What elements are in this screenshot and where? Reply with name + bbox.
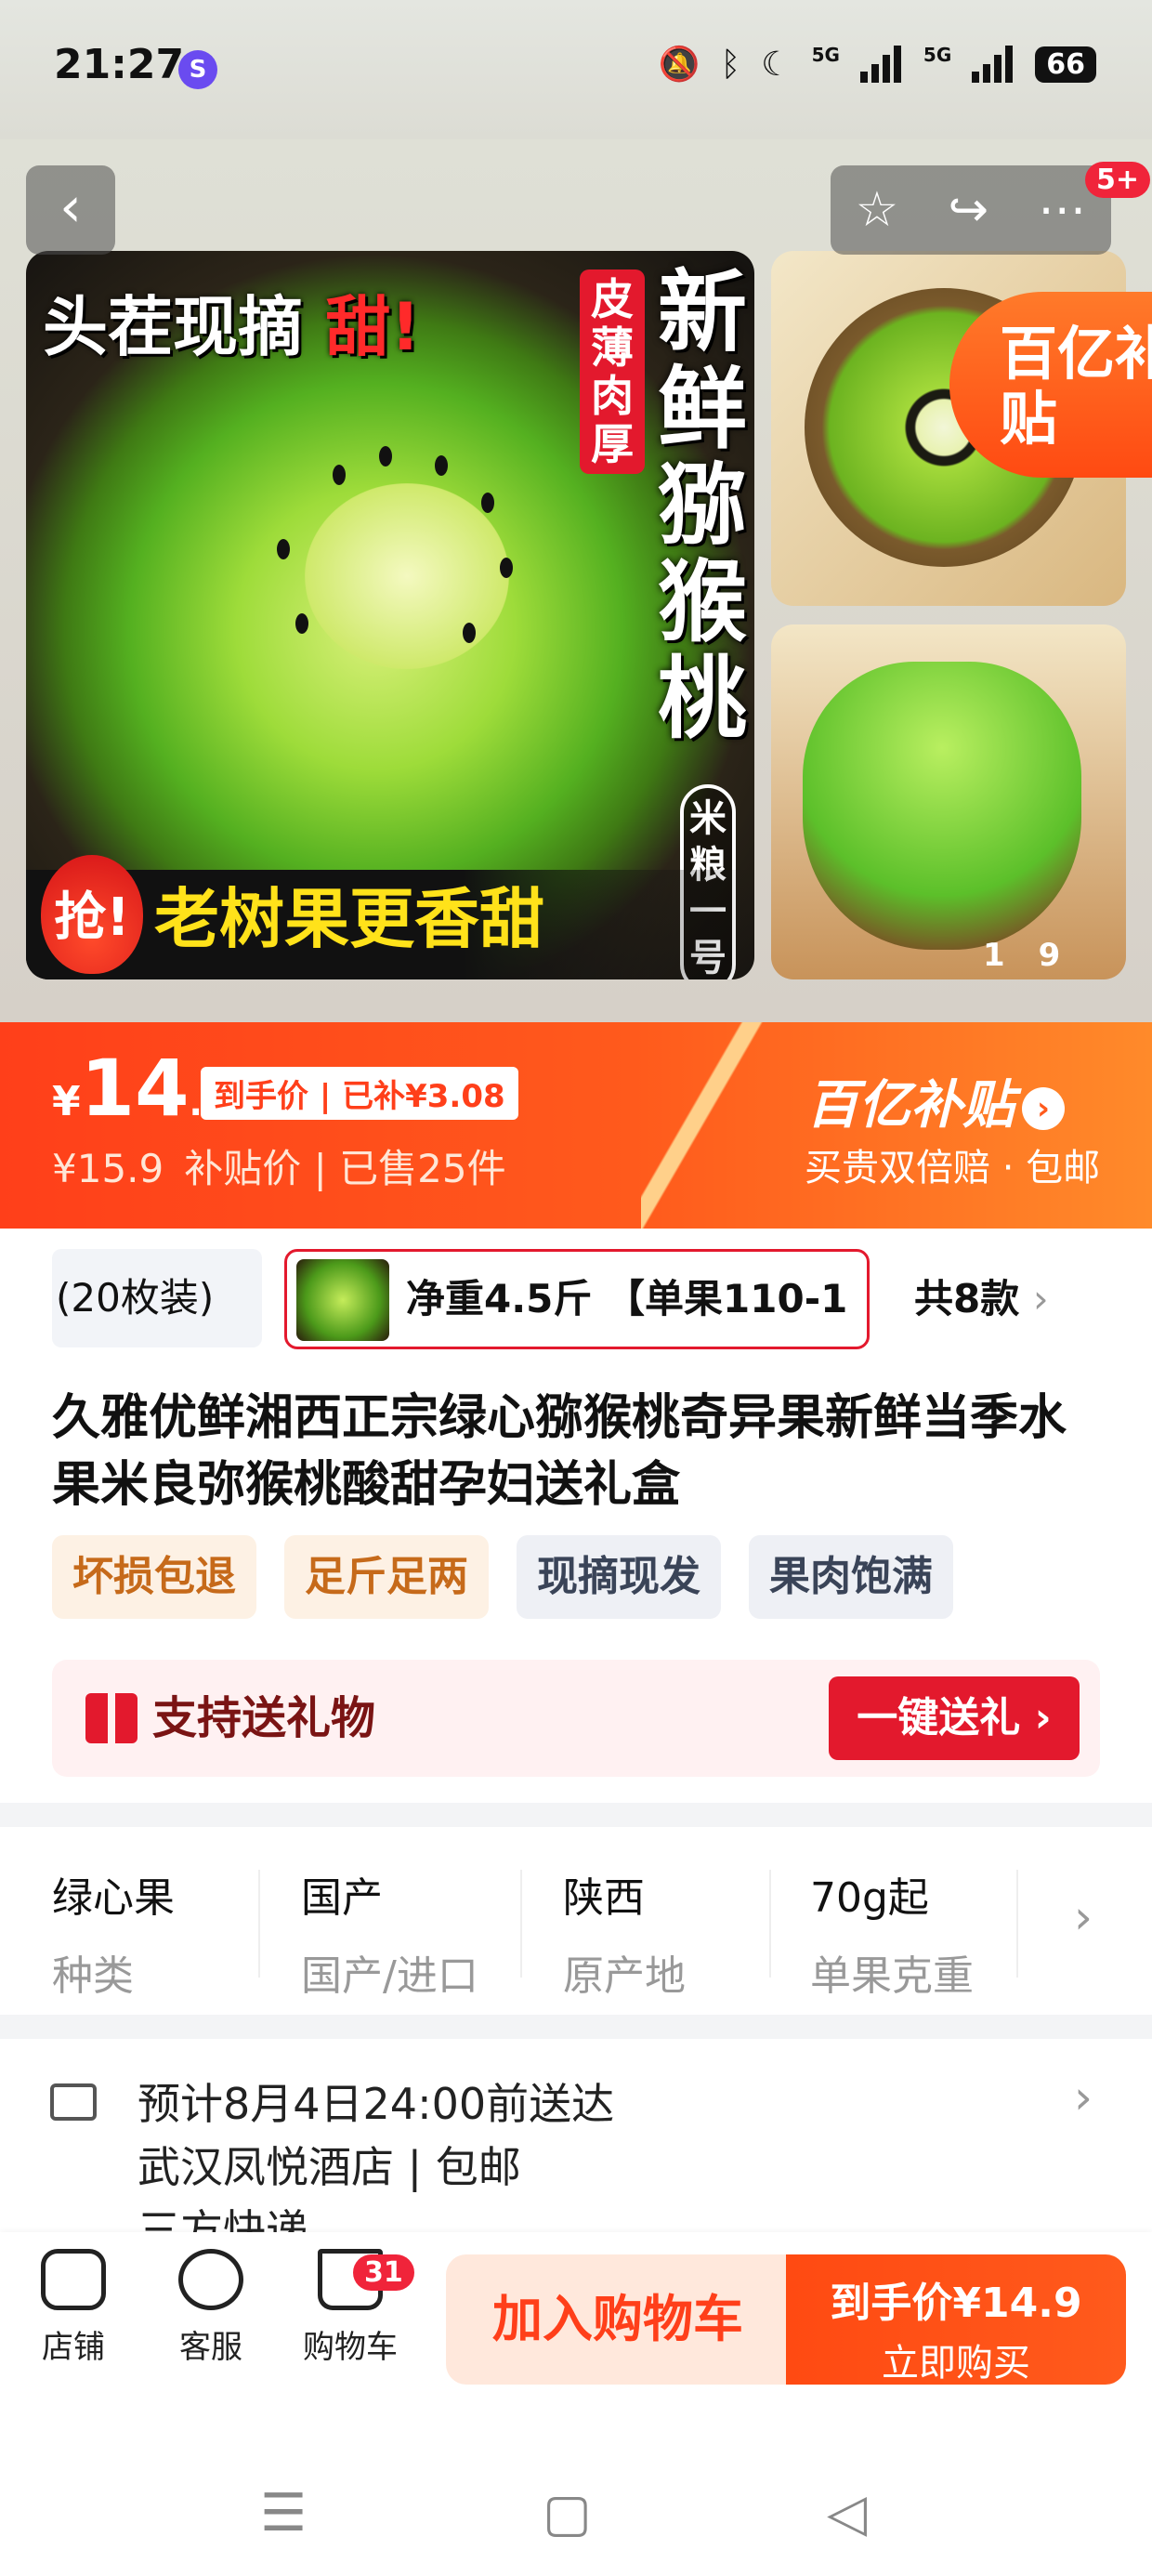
home-icon[interactable]: ▢ <box>543 2483 592 2543</box>
chevron-right-icon: › <box>1032 1276 1049 1321</box>
status-icons: 🔕 ᛒ ☾ 5G 5G 66 <box>658 44 1096 84</box>
app-notification-icon: S <box>178 50 217 89</box>
variant-option-selected[interactable]: 净重4.5斤 【单果110-1 <box>284 1249 870 1349</box>
vertical-tag: 皮薄肉厚 <box>580 269 645 474</box>
price-banner: ¥14.9 到手价 | 已补¥3.08 ¥15.9补贴价 | 已售25件 百亿补… <box>0 1022 1152 1229</box>
delivery-eta: 预计8月4日24:00前送达 <box>137 2079 615 2129</box>
price-tag: 到手价 | 已补¥3.08 <box>201 1067 518 1120</box>
action-pill: ☆ ↪ ⋯ <box>831 165 1111 255</box>
attribute-item: 70g起 单果克重 <box>810 1874 974 2000</box>
divider <box>769 1870 771 1978</box>
gift-label: 支持送礼物 <box>152 1692 376 1744</box>
menu-icon[interactable]: ☰ <box>260 2483 307 2543</box>
network-label-2: 5G <box>923 44 952 66</box>
chat-face-icon <box>178 2249 243 2310</box>
kiwi-peeled <box>803 662 1081 950</box>
attribute-item: 陕西 原产地 <box>563 1874 686 2000</box>
shipping-info[interactable]: 预计8月4日24:00前送达 武汉凤悦酒店 | 包邮 三方快递 › <box>0 2035 1152 2255</box>
more-icon[interactable]: ⋯ <box>1038 182 1086 238</box>
divider <box>520 1870 522 1978</box>
flame-icon: 抢! <box>41 855 143 974</box>
divider <box>258 1870 260 1978</box>
attribute-item: 国产 国产/进口 <box>301 1874 478 2000</box>
send-gift-button[interactable]: 一键送礼 › <box>829 1676 1080 1760</box>
main-product-image[interactable]: 头茬现摘 甜! 皮薄肉厚 新鲜猕猴桃 米粮一号 抢! 老树果更香甜 <box>26 251 754 979</box>
bottom-action-bar: 店铺 客服 购物车 31 加入购物车 到手价¥14.9 立即购买 <box>0 2232 1152 2418</box>
delivery-truck-icon <box>50 2083 97 2121</box>
clock: 21:27 <box>54 41 185 88</box>
battery-icon: 66 <box>1035 46 1096 83</box>
attribute-row[interactable]: 绿心果 种类 国产 国产/进口 陕西 原产地 70g起 单果克重 › <box>0 1827 1152 2015</box>
kiwi-seed <box>379 446 392 467</box>
kiwi-core <box>305 483 509 669</box>
back-triangle-icon[interactable]: ◁ <box>827 2483 867 2543</box>
headline: 头茬现摘 甜! <box>43 289 421 365</box>
thumbnail-image[interactable] <box>771 624 1126 979</box>
status-bar: 21:27 S 🔕 ᛒ ☾ 5G 5G 66 <box>0 0 1152 139</box>
subsidy-program-link[interactable]: 百亿补贴 › <box>806 1063 1065 1138</box>
network-label-1: 5G <box>811 44 840 66</box>
variant-selector: 大手腕偷 (20枚装) 净重4.5斤 【单果110-1 共8款 › <box>0 1229 1152 1359</box>
kiwi-seed <box>333 465 346 485</box>
delivery-address: 武汉凤悦酒店 | 包邮 <box>137 2142 521 2192</box>
subsidy-description: 买贵双倍赔 · 包邮 <box>805 1147 1101 1189</box>
kiwi-seed <box>481 493 494 513</box>
kiwi-seed <box>463 623 476 643</box>
vertical-title: 新鲜猕猴桃 <box>658 260 747 751</box>
shop-icon <box>41 2249 106 2310</box>
product-title: 久雅优鲜湘西正宗绿心猕猴桃奇异果新鲜当季水果米良弥猴桃酸甜孕妇送礼盒 <box>52 1390 1067 1513</box>
signal-icon <box>972 46 1015 83</box>
divider <box>0 1803 1152 1827</box>
feature-tags: 坏损包退 足斤足两 现摘现发 果肉饱满 <box>52 1535 953 1619</box>
price-detail: ¥15.9 补贴价 | 已售25件 <box>52 1146 506 1191</box>
attribute-item: 绿心果 种类 <box>52 1874 175 2000</box>
feature-tag: 果肉饱满 <box>749 1535 953 1619</box>
signal-icon <box>859 46 903 83</box>
variant-option[interactable]: (20枚装) <box>52 1249 262 1347</box>
bluetooth-icon: ᛒ <box>720 45 741 84</box>
kiwi-seed <box>500 558 513 578</box>
kiwi-seed <box>277 539 290 559</box>
chevron-right-icon: › <box>1022 1086 1065 1130</box>
gift-banner: 支持送礼物 一键送礼 › <box>52 1660 1100 1777</box>
add-to-cart-button[interactable]: 加入购物车 <box>446 2254 790 2385</box>
feature-tag: 足斤足两 <box>284 1535 489 1619</box>
moon-icon: ☾ <box>761 45 792 84</box>
favorite-star-icon[interactable]: ☆ <box>856 182 899 238</box>
feature-tag: 坏损包退 <box>52 1535 256 1619</box>
gift-icon <box>85 1693 137 1743</box>
shop-button[interactable]: 店铺 <box>13 2249 134 2367</box>
image-counter: 19 <box>983 937 1061 974</box>
variant-label: 净重4.5斤 【单果110-1 <box>406 1276 848 1321</box>
back-button[interactable]: ‹ <box>26 165 115 255</box>
mute-icon: 🔕 <box>658 46 700 84</box>
chevron-left-icon: ‹ <box>59 175 82 240</box>
grab-text: 老树果更香甜 <box>154 881 544 957</box>
message-badge: 5+ <box>1085 162 1151 198</box>
chevron-right-icon[interactable]: › <box>1074 1890 1093 1944</box>
divider <box>1016 1870 1018 1978</box>
lightning-decoration <box>641 1022 771 1229</box>
feature-tag: 现摘现发 <box>517 1535 721 1619</box>
buy-now-button[interactable]: 到手价¥14.9 立即购买 <box>786 2254 1126 2385</box>
product-gallery[interactable]: 头茬现摘 甜! 皮薄肉厚 新鲜猕猴桃 米粮一号 抢! 老树果更香甜 百亿补贴 1… <box>0 139 1152 1022</box>
variant-count-button[interactable]: 共8款 › <box>914 1249 1049 1349</box>
system-navigation-bar: ☰ ▢ ◁ <box>0 2418 1152 2576</box>
share-icon[interactable]: ↪ <box>949 182 989 238</box>
customer-service-button[interactable]: 客服 <box>151 2249 271 2367</box>
variant-thumbnail <box>296 1259 389 1341</box>
subsidy-badge: 百亿补贴 <box>949 292 1152 478</box>
cart-count-badge: 31 <box>353 2254 414 2291</box>
kiwi-seed <box>295 613 308 634</box>
chevron-right-icon: › <box>1074 2070 1093 2124</box>
kiwi-seed <box>435 455 448 476</box>
